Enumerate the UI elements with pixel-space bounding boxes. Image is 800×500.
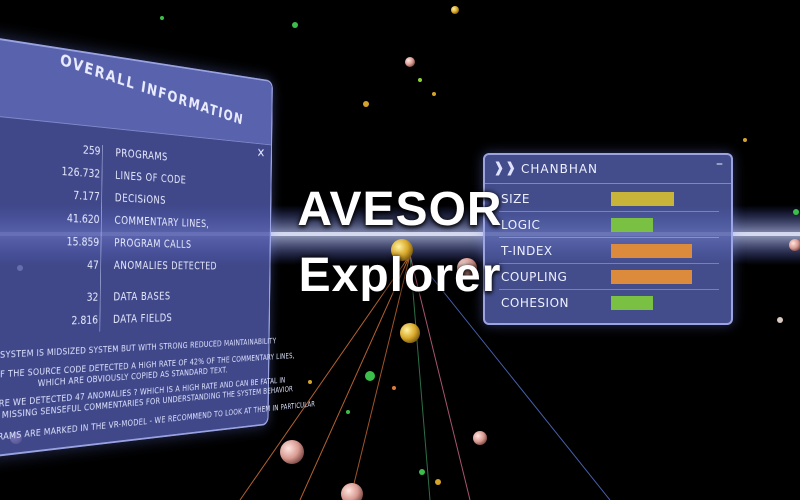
node-dot (777, 317, 783, 323)
node-dot (308, 380, 312, 384)
node-dot (346, 410, 350, 414)
stat-value: 126.732 (61, 164, 101, 181)
program-sphere (451, 6, 459, 14)
stat-label: PROGRAMS (115, 146, 168, 164)
headline-title: AVESOR (297, 183, 503, 236)
close-icon[interactable]: ✕ (257, 145, 265, 161)
node-dot (363, 101, 369, 107)
node-dot (432, 92, 436, 96)
chevron-right-icon[interactable]: ❱❱ (493, 160, 516, 176)
node-dot (365, 371, 375, 381)
headline-subtitle: Explorer (298, 249, 502, 302)
metrics-panel-header: ❱❱ CHANBHAN – (485, 155, 731, 184)
node-dot (743, 138, 747, 142)
program-sphere (280, 440, 304, 464)
node-dot (419, 469, 425, 475)
program-name: CHANBHAN (521, 162, 599, 176)
program-sphere (405, 57, 415, 67)
minimize-icon[interactable]: – (716, 156, 723, 172)
node-dot (392, 386, 396, 390)
node-dot (435, 479, 441, 485)
overall-information-panel[interactable]: OVERALL INFORMATION ✕ 259 PROGRAMS 126.7… (0, 32, 315, 462)
program-sphere (341, 483, 363, 500)
program-sphere (473, 431, 487, 445)
stat-value: 259 (82, 143, 101, 158)
stat-label: DATA FIELDS (112, 311, 173, 326)
node-dot (418, 78, 422, 82)
node-dot (160, 16, 164, 20)
node-dot (292, 22, 298, 28)
stat-value: 2.816 (71, 313, 99, 328)
program-sphere (400, 323, 420, 343)
